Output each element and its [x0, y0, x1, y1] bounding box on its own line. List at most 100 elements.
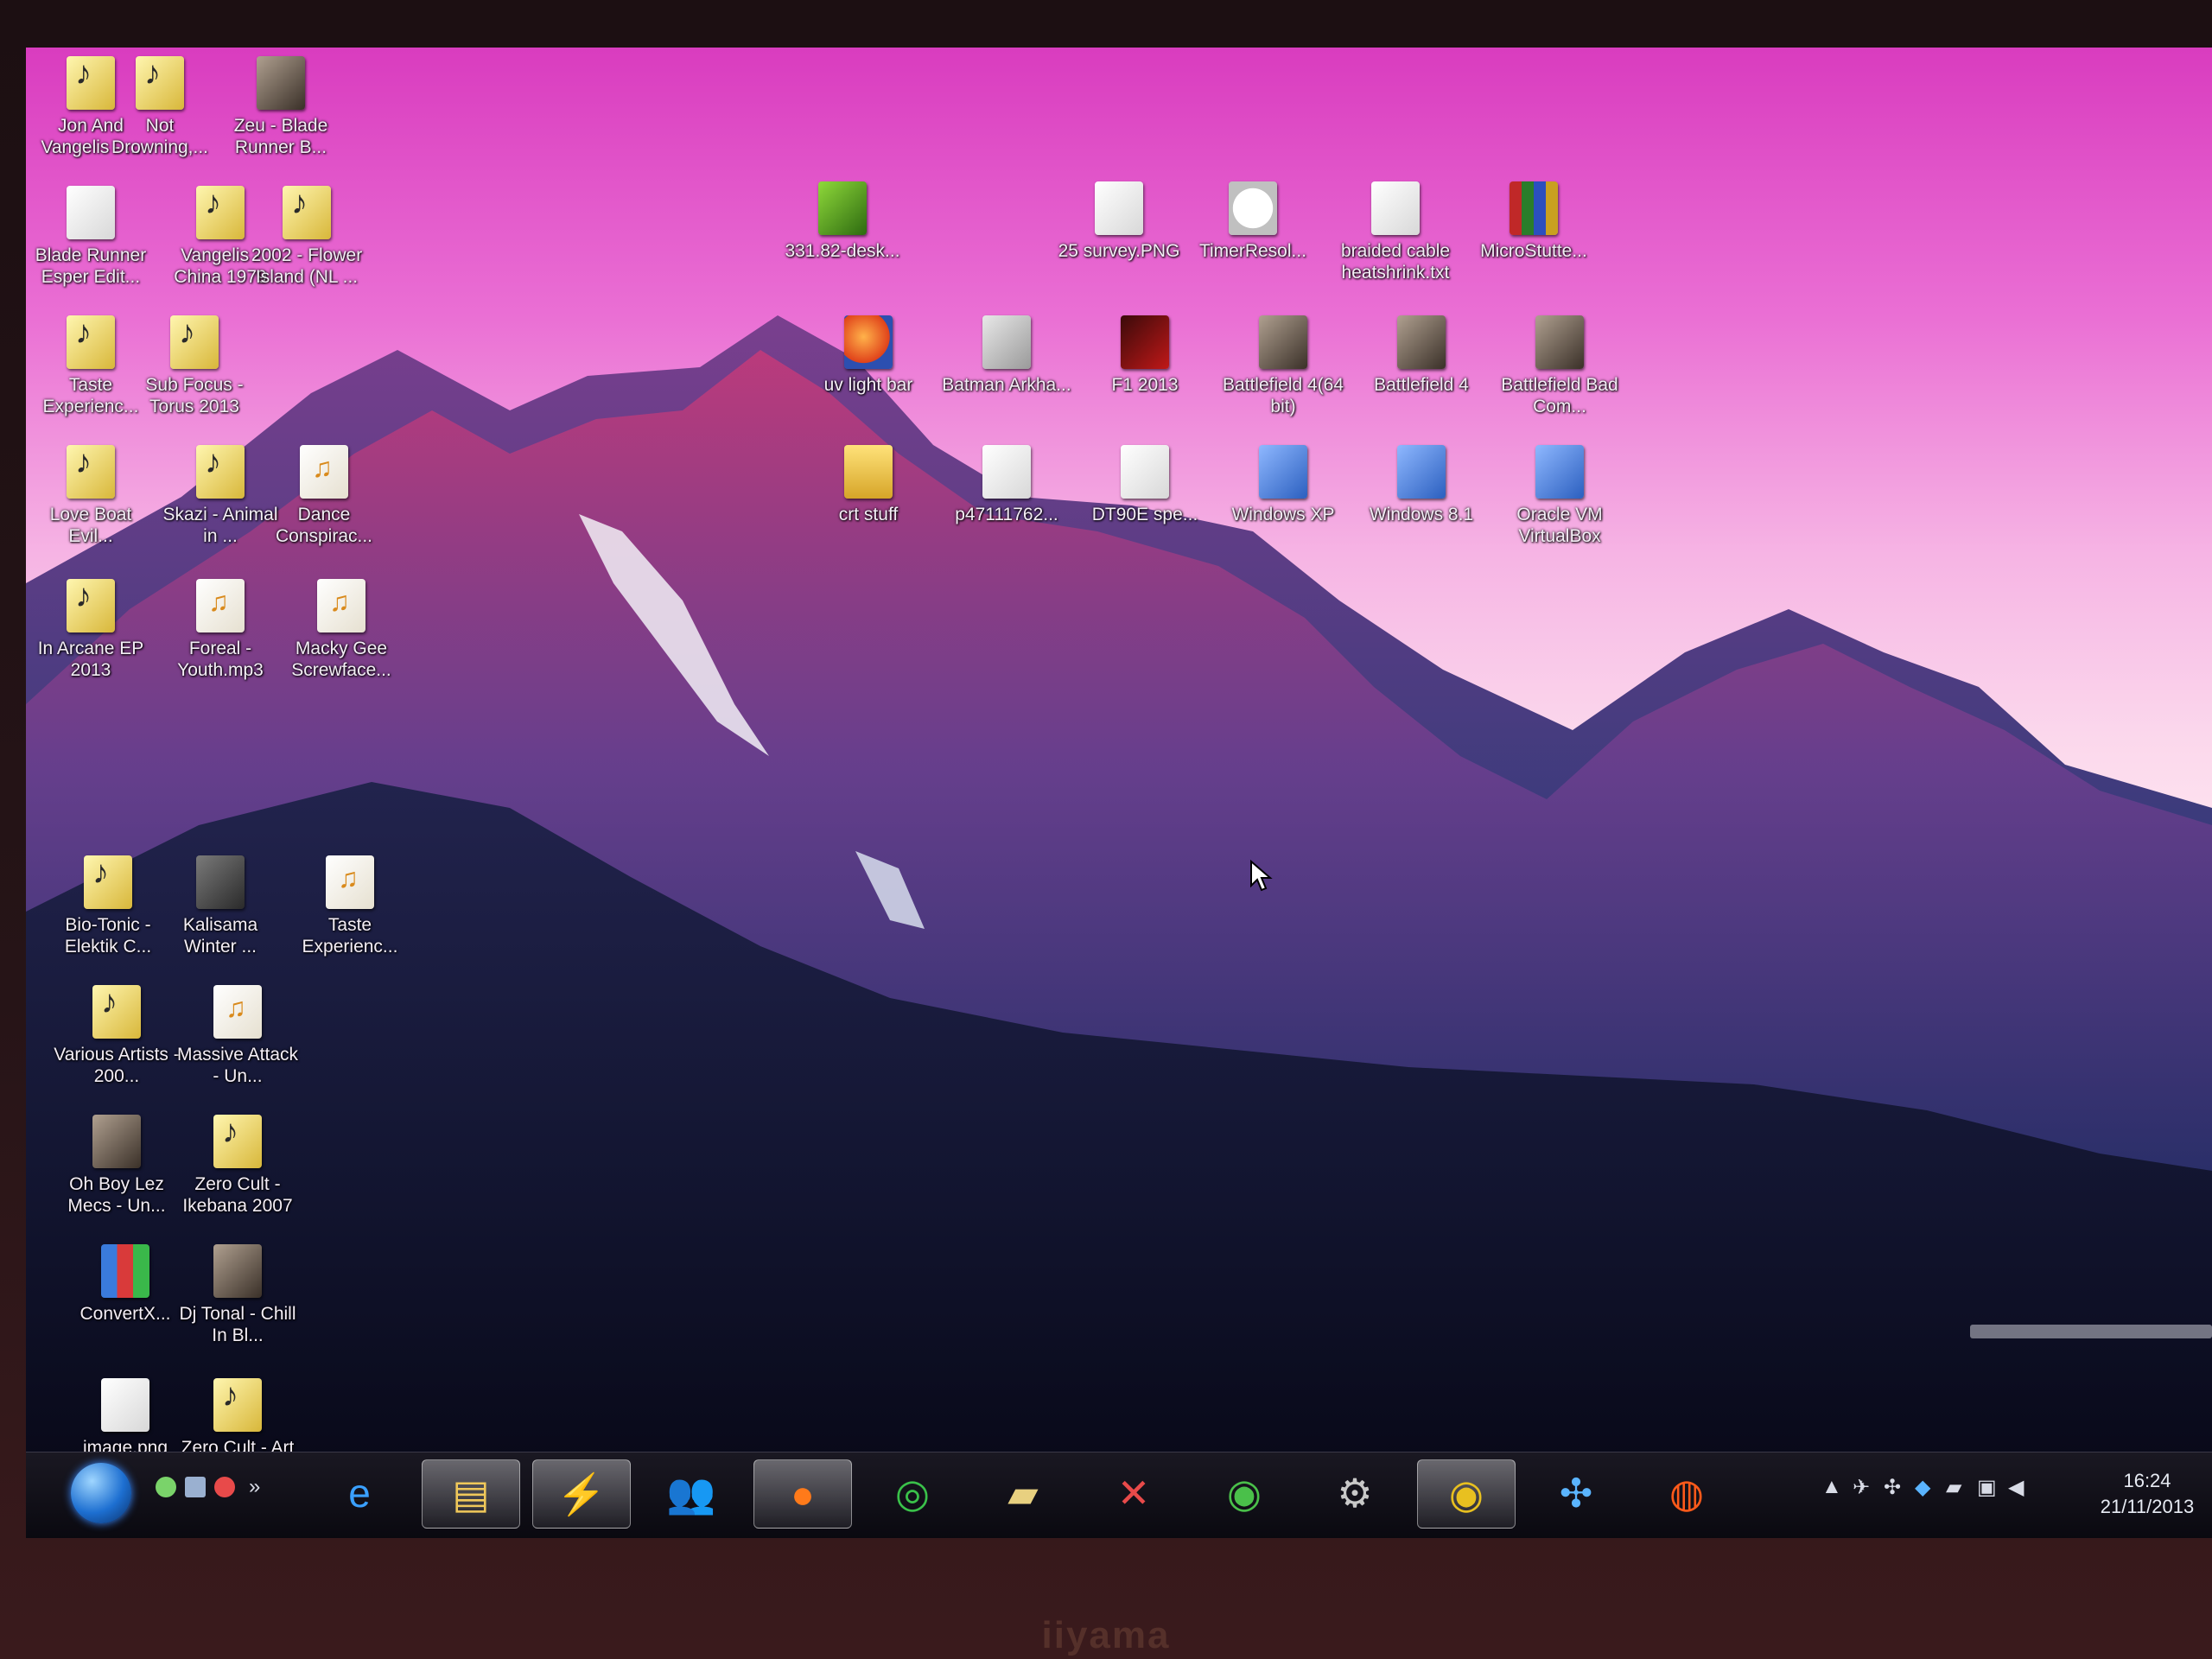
file-file-icon — [67, 186, 115, 239]
desktop-icon[interactable]: p47111762... — [942, 445, 1071, 525]
desktop-icon-label: Taste Experienc... — [42, 375, 139, 416]
desktop-icon-label: DT90E spe... — [1091, 505, 1198, 524]
desktop-icon[interactable]: Massive Attack - Un... — [173, 985, 302, 1087]
desktop-icon[interactable]: Battlefield 4(64 bit) — [1218, 315, 1348, 417]
quicklaunch-overflow-icon[interactable]: » — [249, 1475, 260, 1499]
desktop-icon[interactable]: Kalisama Winter ... — [156, 855, 285, 957]
tray-volume-icon[interactable]: ◀ — [2008, 1475, 2024, 1500]
music-file-icon — [213, 1115, 262, 1168]
desktop-icon-label: MicroStutte... — [1480, 241, 1587, 261]
desktop-icon[interactable]: Oh Boy Lez Mecs - Un... — [52, 1115, 181, 1217]
desktop-icon[interactable]: 331.82-desk... — [778, 181, 907, 262]
desktop-icon[interactable]: ConvertX... — [60, 1244, 190, 1325]
clock-file-icon — [1229, 181, 1277, 235]
desktop-icon-label: Not Drowning,... — [111, 116, 209, 157]
desktop-icon[interactable]: image.png — [60, 1378, 190, 1459]
desktop-icon[interactable]: Dance Conspirac... — [259, 445, 389, 547]
internet-explorer-icon: e — [348, 1471, 371, 1516]
taskbar-origin-button[interactable]: ◍ — [1638, 1459, 1735, 1527]
desktop-icon-label: Batman Arkha... — [942, 375, 1071, 395]
desktop-icon[interactable]: crt stuff — [804, 445, 933, 525]
app-file-icon — [196, 855, 245, 909]
mp3-file-icon — [196, 579, 245, 632]
tray-flag-icon[interactable]: ▰ — [1946, 1475, 1961, 1500]
desktop-icon[interactable]: Zero Cult - Ikebana 2007 — [173, 1115, 302, 1217]
desktop-icon[interactable]: In Arcane EP 2013 — [26, 579, 156, 681]
quicklaunch-icon[interactable] — [185, 1477, 206, 1497]
taskbar-file-explorer-button[interactable]: ▤ — [422, 1459, 520, 1529]
desktop-icon-label: Love Boat Evil... — [49, 505, 132, 546]
folder-file-icon — [844, 445, 893, 499]
green-file-icon — [818, 181, 867, 235]
origin-icon: ◍ — [1669, 1471, 1705, 1516]
box-file-icon — [1535, 445, 1584, 499]
desktop-icon[interactable]: Sub Focus - Torus 2013 — [130, 315, 259, 417]
desktop-icon-label: Dance Conspirac... — [275, 505, 373, 546]
desktop-icon-label: 2002 - Flower Island (NL ... — [251, 245, 363, 287]
desktop-icon[interactable]: Macky Gee Screwface... — [276, 579, 406, 681]
desktop-icon[interactable]: Zeu - Blade Runner B... — [216, 56, 346, 158]
desktop-icon[interactable]: 25 survey.PNG — [1054, 181, 1184, 262]
tray-app-icon[interactable]: ✈ — [1853, 1475, 1870, 1500]
taskbar-chrome-button[interactable]: ◉ — [1417, 1459, 1516, 1529]
desktop-icon[interactable]: Various Artists - 200... — [52, 985, 181, 1087]
desktop-icon-label: 331.82-desk... — [785, 241, 900, 261]
desktop-icon[interactable]: Battlefield 4 — [1357, 315, 1486, 396]
desktop-icon[interactable]: Battlefield Bad Com... — [1495, 315, 1624, 417]
desktop-icon[interactable]: DT90E spe... — [1080, 445, 1210, 525]
desktop-icon-label: TimerResol... — [1198, 241, 1307, 261]
music-file-icon — [67, 579, 115, 632]
box-file-icon — [1397, 445, 1446, 499]
music-file-icon — [67, 315, 115, 369]
taskbar-globe-button[interactable]: ◉ — [1196, 1459, 1293, 1527]
taskbar-network-button[interactable]: ✣ — [1528, 1459, 1624, 1527]
taskbar-scanner-button[interactable]: ▰ — [975, 1459, 1071, 1527]
desktop-icon[interactable]: Love Boat Evil... — [26, 445, 156, 547]
taskbar-ccleaner-button[interactable]: ◎ — [864, 1459, 961, 1527]
quicklaunch-icon[interactable] — [156, 1477, 176, 1497]
desktop-icon[interactable]: braided cable heatshrink.txt — [1331, 181, 1460, 283]
taskbar-clock[interactable]: 16:24 21/11/2013 — [2100, 1468, 2195, 1520]
tray-network-icon[interactable]: ✣ — [1884, 1475, 1901, 1500]
f1-file-icon — [1121, 315, 1169, 369]
desktop-icon[interactable]: MicroStutte... — [1469, 181, 1599, 262]
tray-virtualbox-icon[interactable]: ◆ — [1915, 1475, 1930, 1500]
game-file-icon — [1397, 315, 1446, 369]
desktop-icon[interactable]: Foreal - Youth.mp3 — [156, 579, 285, 681]
taskbar-messenger-button[interactable]: 👥 — [643, 1459, 740, 1527]
music-file-icon — [170, 315, 219, 369]
desktop-icon[interactable]: Taste Experienc... — [285, 855, 415, 957]
tray-display-icon[interactable]: ▣ — [1977, 1475, 1997, 1500]
start-button[interactable] — [71, 1463, 131, 1523]
music-file-icon — [213, 1378, 262, 1432]
desktop-icon[interactable]: uv light bar — [804, 315, 933, 396]
tray-expand-icon[interactable]: ▲ — [1821, 1475, 1842, 1499]
desktop-icon-label: Zero Cult - Ikebana 2007 — [182, 1174, 293, 1216]
desktop-icon-label: braided cable heatshrink.txt — [1340, 241, 1451, 283]
file-file-icon — [982, 445, 1031, 499]
desktop-icon-label: crt stuff — [838, 505, 899, 524]
desktop-icon[interactable]: Oracle VM VirtualBox — [1495, 445, 1624, 547]
desktop-icon[interactable]: 2002 - Flower Island (NL ... — [242, 186, 372, 288]
music-file-icon — [196, 445, 245, 499]
desktop-icon-label: 25 survey.PNG — [1058, 241, 1180, 261]
desktop-icon[interactable]: F1 2013 — [1080, 315, 1210, 396]
desktop-icon[interactable]: Not Drowning,... — [95, 56, 225, 158]
taskbar-tools-button[interactable]: ✕ — [1085, 1459, 1182, 1527]
taskbar-steam-button[interactable]: ⚙ — [1306, 1459, 1403, 1527]
rar-file-icon — [1510, 181, 1558, 235]
file-explorer-icon: ▤ — [452, 1471, 490, 1516]
desktop-icon[interactable]: Windows 8.1 — [1357, 445, 1486, 525]
taskbar-winamp-button[interactable]: ⚡ — [532, 1459, 631, 1529]
desktop-icon[interactable]: TimerResol... — [1188, 181, 1318, 262]
taskbar-internet-explorer-button[interactable]: e — [311, 1459, 408, 1527]
firefox-icon: ● — [791, 1471, 815, 1516]
taskbar-firefox-button[interactable]: ● — [753, 1459, 852, 1529]
desktop-icon-label: Blade Runner Esper Edit... — [35, 245, 147, 287]
desktop-icon[interactable]: Bio-Tonic - Elektik C... — [43, 855, 173, 957]
desktop-icon[interactable]: Batman Arkha... — [942, 315, 1071, 396]
desktop-icon[interactable]: Dj Tonal - Chill In Bl... — [173, 1244, 302, 1346]
desktop-icon[interactable]: Blade Runner Esper Edit... — [26, 186, 156, 288]
quicklaunch-icon[interactable] — [214, 1477, 235, 1497]
desktop-icon[interactable]: Windows XP — [1218, 445, 1348, 525]
